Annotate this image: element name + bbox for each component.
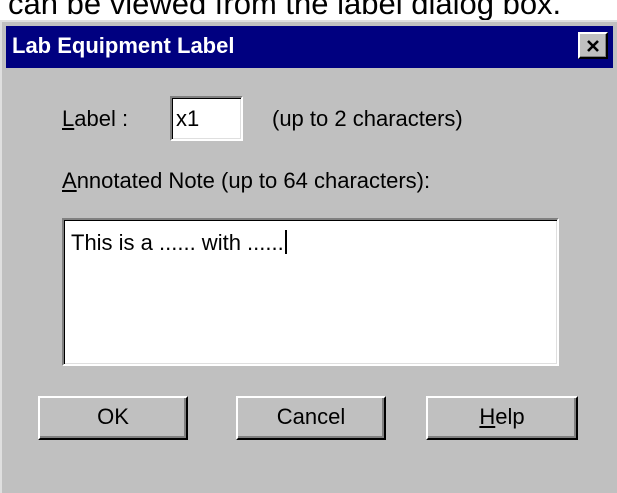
dialog-title: Lab Equipment Label <box>12 33 235 58</box>
label-input-value: x1 <box>176 106 200 131</box>
label-field-label: Label : <box>62 106 129 131</box>
annotated-note-value: This is a ...... with ...... <box>71 230 284 255</box>
close-button[interactable] <box>578 32 608 59</box>
close-icon <box>587 39 599 52</box>
cancel-button-label: Cancel <box>276 404 346 429</box>
text-caret <box>284 230 287 254</box>
caption-text: can be viewed from the label dialog box. <box>8 0 562 21</box>
annotated-note-label: Annotated Note (up to 64 characters): <box>62 168 431 193</box>
annotated-note-textarea[interactable]: This is a ...... with ...... <box>62 218 559 366</box>
ok-button[interactable]: OK <box>38 396 188 440</box>
label-input[interactable]: x1 <box>170 96 243 141</box>
help-button[interactable]: Help <box>426 396 578 440</box>
cancel-button[interactable]: Cancel <box>236 396 386 440</box>
ok-button-label: OK <box>97 404 129 429</box>
title-bar[interactable]: Lab Equipment Label <box>6 26 613 68</box>
help-button-label: Help <box>479 404 525 429</box>
label-hint: (up to 2 characters) <box>272 106 463 131</box>
lab-equipment-label-dialog: Lab Equipment Label Label : x1 (up to 2 … <box>0 20 617 493</box>
